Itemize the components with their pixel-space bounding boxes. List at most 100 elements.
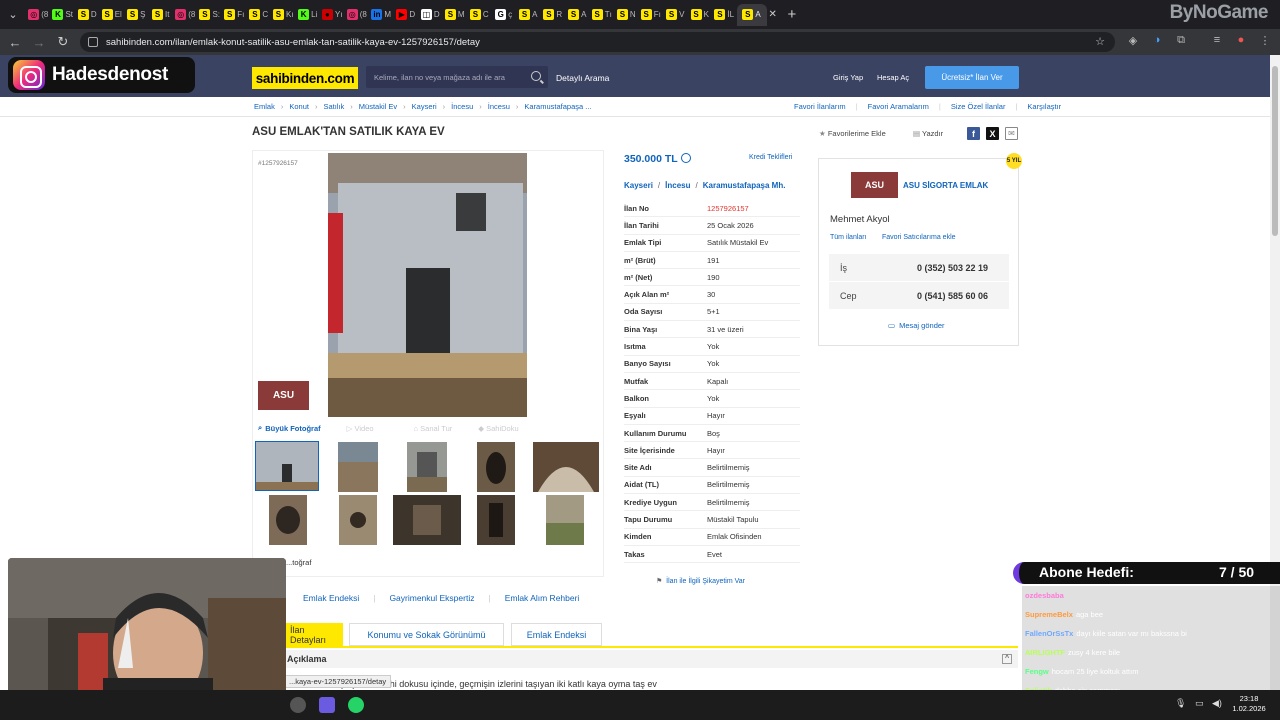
breadcrumb-item[interactable]: Karamustafapaşa ...: [524, 102, 591, 111]
breadcrumb-item[interactable]: Konut: [289, 102, 309, 111]
seller-logo[interactable]: ASU: [851, 172, 898, 198]
breadcrumb-item[interactable]: İncesu: [451, 102, 473, 111]
browser-tab[interactable]: SD: [75, 4, 100, 26]
taskbar-app-icon[interactable]: [319, 697, 335, 713]
browser-tab[interactable]: S El: [100, 4, 125, 26]
tab-listing-details[interactable]: İlan Detayları: [280, 623, 343, 646]
video-tab[interactable]: ▷ Video: [347, 424, 374, 433]
photo-thumbnail[interactable]: [477, 495, 515, 545]
email-share-icon[interactable]: ✉: [1005, 127, 1018, 140]
browser-tab[interactable]: Gç: [492, 4, 517, 26]
add-to-favorites-link[interactable]: ★ Favorilerime Ekle: [819, 129, 886, 138]
browser-tab[interactable]: SC: [467, 4, 492, 26]
buying-guide-link[interactable]: Emlak Alım Rehberi: [505, 593, 580, 603]
photo-thumbnail[interactable]: [477, 442, 515, 492]
browser-tab[interactable]: S Fı: [222, 4, 247, 26]
browser-tab[interactable]: SV: [663, 4, 688, 26]
profile-avatar[interactable]: ●: [1234, 34, 1248, 48]
photo-thumbnail[interactable]: [339, 495, 377, 545]
big-photo-tab[interactable]: ⌕ Büyük Fotoğraf: [258, 423, 321, 433]
shield-extension-icon[interactable]: ◈: [1126, 34, 1140, 48]
print-link[interactable]: ▤ Yazdır: [913, 129, 943, 138]
breadcrumb-item[interactable]: Satılık: [323, 102, 344, 111]
price-history-icon[interactable]: [681, 153, 691, 163]
search-input[interactable]: Kelime, ilan no veya mağaza adı ile ara: [366, 66, 548, 88]
location-link[interactable]: Karamustafapaşa Mh.: [703, 181, 786, 190]
favorite-seller-link[interactable]: Favori Satıcılarıma ekle: [882, 234, 956, 241]
browser-tab[interactable]: ◎ (8: [173, 4, 198, 26]
browser-tab[interactable]: ◎ (8: [345, 4, 370, 26]
forward-icon[interactable]: →: [27, 35, 51, 50]
browser-tab[interactable]: SA: [736, 3, 767, 26]
collapse-icon[interactable]: ^: [1002, 654, 1012, 664]
main-photo[interactable]: [328, 153, 527, 417]
new-tab-button[interactable]: +: [783, 6, 801, 23]
advanced-search-link[interactable]: Detaylı Arama: [556, 73, 609, 83]
browser-tab[interactable]: ◫ D: [418, 4, 443, 26]
tray-volume-icon[interactable]: ◀): [1212, 698, 1222, 709]
seller-all-ads-link[interactable]: Tüm ilanları: [830, 234, 867, 241]
scrollbar-thumb[interactable]: [1272, 66, 1278, 236]
quicklink[interactable]: Karşılaştır: [1027, 102, 1061, 111]
browser-tab[interactable]: S It: [149, 4, 174, 26]
photo-thumbnail[interactable]: [255, 441, 319, 491]
translate-extension-icon[interactable]: ◑: [1150, 34, 1164, 48]
browser-tab[interactable]: SN: [614, 4, 639, 26]
tab-close-icon[interactable]: ✕: [769, 9, 777, 20]
taskbar-whatsapp-icon[interactable]: [348, 697, 364, 713]
post-ad-button[interactable]: Ücretsiz* İlan Ver: [925, 66, 1019, 89]
media-control-icon[interactable]: ≡: [1210, 34, 1224, 48]
browser-tab[interactable]: SK: [688, 4, 713, 26]
browser-tab[interactable]: SA: [565, 4, 590, 26]
photo-thumbnail[interactable]: [269, 495, 307, 545]
browser-tab[interactable]: S S:: [198, 4, 223, 26]
phone-number[interactable]: 0 (541) 585 60 06: [917, 291, 988, 301]
breadcrumb-item[interactable]: Müstakil Ev: [359, 102, 397, 111]
phone-number[interactable]: 0 (352) 503 22 19: [917, 263, 988, 273]
report-listing-link[interactable]: ⚑ İlan ile İlgili Şikayetim Var: [656, 577, 745, 585]
appraisal-link[interactable]: Gayrimenkul Ekspertiz: [389, 593, 474, 603]
breadcrumb-item[interactable]: Emlak: [254, 102, 275, 111]
facebook-share-icon[interactable]: f: [967, 127, 980, 140]
browser-tab[interactable]: S Fı: [639, 4, 664, 26]
bookmark-star-icon[interactable]: ☆: [1095, 35, 1105, 48]
tab-location[interactable]: Konumu ve Sokak Görünümü: [349, 623, 504, 646]
seller-company-name[interactable]: ASU SİGORTA EMLAK: [903, 181, 988, 190]
tray-mic-icon[interactable]: 🎙: [1175, 698, 1186, 709]
sahidoku-tab[interactable]: ◆ SahiDoku: [478, 424, 518, 433]
taskbar-steam-icon[interactable]: [290, 697, 306, 713]
browser-tab[interactable]: S Kı: [271, 4, 296, 26]
tab-search-icon[interactable]: ⌄: [0, 0, 26, 29]
send-message-link[interactable]: ▭ Mesaj gönder: [888, 321, 945, 330]
loan-offers-link[interactable]: Kredi Teklifleri: [749, 154, 792, 161]
browser-tab[interactable]: ◎ (8: [26, 4, 51, 26]
reload-icon[interactable]: ↻: [51, 34, 75, 50]
photo-thumbnail[interactable]: [407, 442, 447, 492]
browser-tab[interactable]: ● Yı: [320, 4, 345, 26]
register-link[interactable]: Hesap Aç: [877, 73, 909, 82]
photo-thumbnail[interactable]: [546, 495, 584, 545]
browser-tab[interactable]: in M: [369, 4, 394, 26]
tray-display-icon[interactable]: ▭: [1195, 698, 1204, 709]
browser-tab[interactable]: S Tı: [590, 4, 615, 26]
photo-thumbnail[interactable]: [338, 442, 378, 492]
quicklink[interactable]: Favori İlanlarım: [794, 102, 846, 111]
browser-tab[interactable]: SA: [516, 4, 541, 26]
quicklink[interactable]: Size Özel İlanlar: [951, 102, 1006, 111]
browser-tab[interactable]: K St: [51, 4, 76, 26]
search-icon[interactable]: [531, 71, 541, 81]
breadcrumb-item[interactable]: İncesu: [488, 102, 510, 111]
extensions-puzzle-icon[interactable]: ⧉: [1174, 34, 1188, 48]
location-link[interactable]: İncesu: [665, 181, 690, 190]
location-link[interactable]: Kayseri: [624, 181, 653, 190]
browser-tab[interactable]: S İL: [712, 4, 737, 26]
browser-menu-icon[interactable]: ⋮: [1258, 34, 1272, 48]
browser-tab[interactable]: K Li: [296, 4, 321, 26]
agency-logo-thumbnail[interactable]: ASU: [258, 381, 309, 410]
back-icon[interactable]: ←: [3, 35, 27, 50]
browser-tab[interactable]: ▶ D: [394, 4, 419, 26]
breadcrumb-item[interactable]: Kayseri: [412, 102, 437, 111]
quicklink[interactable]: Favori Aramalarım: [868, 102, 929, 111]
sahibinden-logo[interactable]: sahibinden.com: [252, 67, 358, 89]
photo-thumbnail[interactable]: [393, 495, 461, 545]
